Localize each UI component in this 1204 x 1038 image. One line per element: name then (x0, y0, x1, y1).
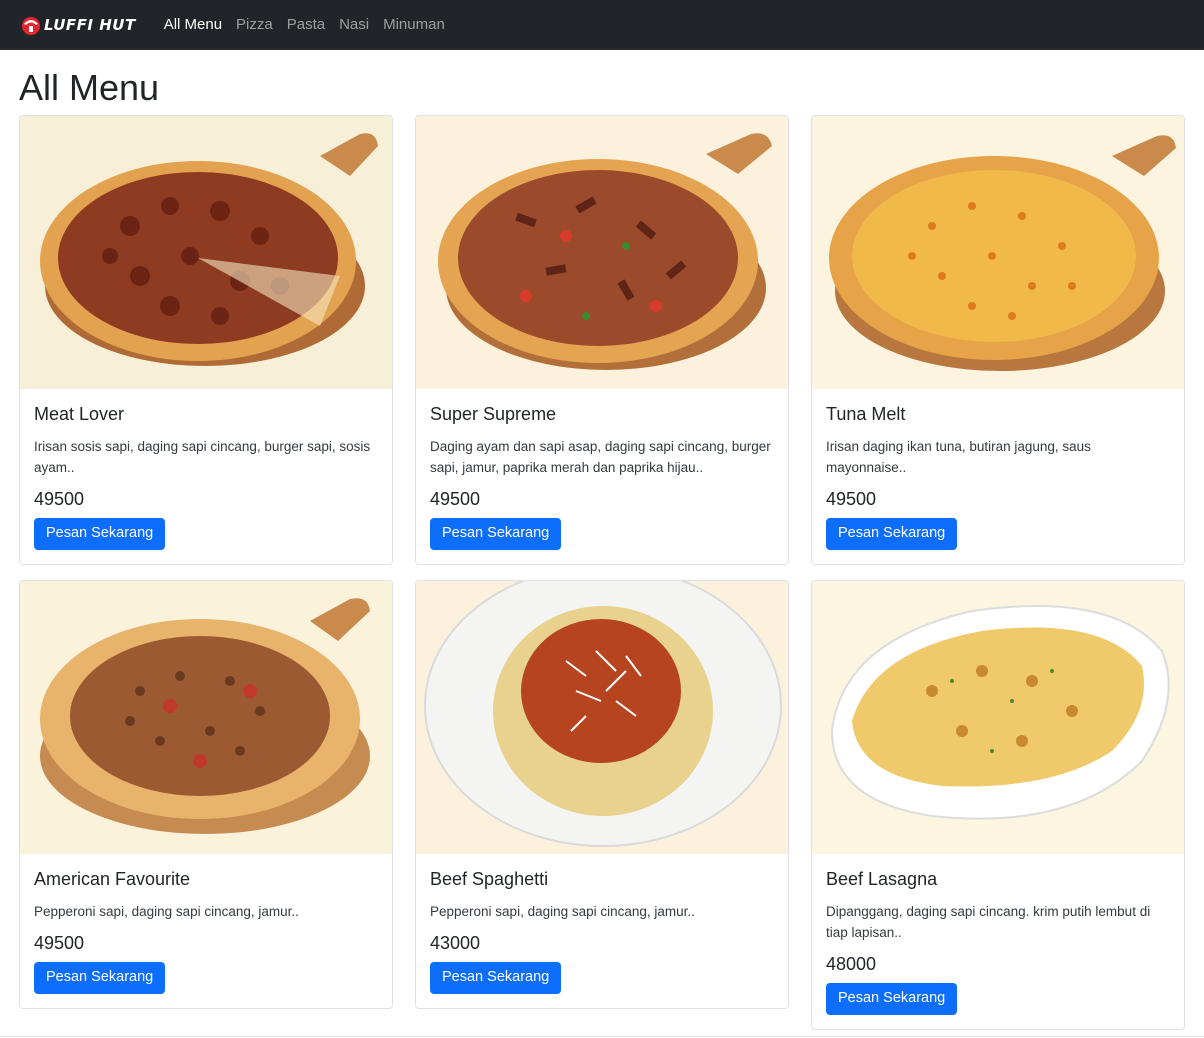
order-now-button[interactable]: Pesan Sekarang (826, 983, 958, 1016)
menu-item-description: Pepperoni sapi, daging sapi cincang, jam… (34, 903, 299, 919)
menu-item-image (416, 116, 788, 389)
menu-item-image (20, 581, 392, 855)
menu-item-price: 49500 (34, 932, 85, 953)
menu-item-name: Tuna Melt (826, 404, 906, 424)
menu-item-name: Super Supreme (430, 404, 557, 424)
menu-item-price: 49500 (826, 488, 877, 509)
page-divider (0, 1036, 1204, 1037)
order-now-button[interactable]: Pesan Sekarang (34, 962, 166, 995)
menu-item-price: 49500 (34, 488, 85, 509)
menu-card-american-favourite: American Favourite Pepperoni sapi, dagin… (19, 580, 393, 1010)
brand-name: LUFFI HUT (44, 15, 136, 34)
menu-item-price: 49500 (430, 488, 481, 509)
menu-item-image (416, 581, 788, 855)
nav-link-pizza[interactable]: Pizza (236, 16, 273, 33)
brand-logo[interactable]: LUFFI HUT (20, 14, 136, 36)
menu-item-image (20, 116, 392, 389)
nav-link-nasi[interactable]: Nasi (339, 16, 369, 33)
menu-grid: Meat Lover Irisan sosis sapi, daging sap… (19, 115, 1185, 1031)
nav-link-pasta[interactable]: Pasta (287, 16, 325, 33)
menu-card-tuna-melt: Tuna Melt Irisan daging ikan tuna, butir… (811, 115, 1185, 566)
menu-item-description: Daging ayam dan sapi asap, daging sapi c… (430, 438, 771, 475)
main-nav: All Menu Pizza Pasta Nasi Minuman (164, 16, 445, 33)
menu-item-name: Meat Lover (34, 404, 125, 424)
nav-link-minuman[interactable]: Minuman (383, 16, 445, 33)
page-title: All Menu (19, 67, 160, 108)
menu-card-beef-lasagna: Beef Lasagna Dipanggang, daging sapi cin… (811, 580, 1185, 1031)
top-navbar: LUFFI HUT All Menu Pizza Pasta Nasi Minu… (0, 0, 1204, 50)
menu-item-description: Irisan sosis sapi, daging sapi cincang, … (34, 438, 371, 475)
nav-link-all-menu[interactable]: All Menu (164, 16, 222, 33)
pizza-hat-logo-icon (22, 16, 40, 35)
order-now-button[interactable]: Pesan Sekarang (430, 962, 562, 995)
order-now-button[interactable]: Pesan Sekarang (826, 518, 958, 551)
menu-item-price: 43000 (430, 932, 481, 953)
menu-item-name: Beef Spaghetti (430, 869, 549, 890)
order-now-button[interactable]: Pesan Sekarang (430, 518, 562, 551)
order-now-button[interactable]: Pesan Sekarang (34, 518, 166, 551)
menu-item-name: Beef Lasagna (826, 869, 938, 890)
menu-card-super-supreme: Super Supreme Daging ayam dan sapi asap,… (415, 115, 789, 566)
menu-item-image (812, 116, 1184, 389)
menu-item-name: American Favourite (34, 869, 191, 890)
menu-item-description: Irisan daging ikan tuna, butiran jagung,… (826, 438, 1091, 475)
menu-card-meat-lover: Meat Lover Irisan sosis sapi, daging sap… (19, 115, 393, 566)
menu-item-description: Pepperoni sapi, daging sapi cincang, jam… (430, 903, 695, 919)
menu-item-image (812, 581, 1184, 855)
menu-card-beef-spaghetti: Beef Spaghetti Pepperoni sapi, daging sa… (415, 580, 789, 1010)
menu-item-price: 48000 (826, 953, 877, 974)
menu-item-description: Dipanggang, daging sapi cincang. krim pu… (826, 903, 1151, 940)
